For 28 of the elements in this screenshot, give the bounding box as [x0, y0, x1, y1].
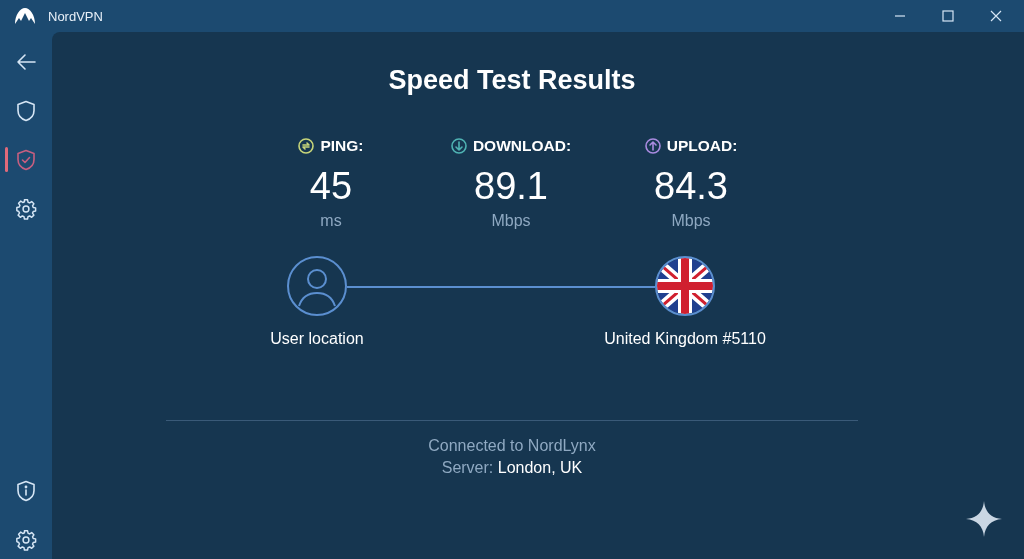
stat-value: 84.3: [654, 164, 728, 208]
selection-indicator: [5, 147, 8, 172]
server-text: Server: London, UK: [441, 459, 583, 477]
location-label: User location: [270, 330, 364, 348]
page-heading: Speed Test Results: [388, 64, 636, 97]
stat-value: 89.1: [474, 164, 548, 208]
stat-label: DOWNLOAD:: [472, 137, 572, 155]
ping-icon: [298, 138, 315, 154]
maximize-icon: [942, 10, 954, 22]
stat-value: 45: [309, 164, 353, 208]
stat-unit: Mbps: [671, 212, 711, 230]
stat-unit: Mbps: [491, 212, 531, 230]
upload-icon: [644, 138, 661, 154]
settings-icon: [15, 197, 37, 220]
shield-check-icon: [16, 148, 36, 171]
stat-label: PING:: [320, 137, 364, 155]
close-icon: [990, 10, 1002, 22]
download-icon: [450, 138, 467, 154]
stat-label: UPLOAD:: [666, 137, 738, 155]
shield-icon: [16, 99, 36, 122]
shield-info-icon: [16, 479, 36, 502]
app-logo-icon: [14, 7, 36, 25]
stat-unit: ms: [320, 212, 342, 230]
sparkle-icon: [966, 501, 1002, 537]
settings-icon: [15, 528, 37, 551]
server-name: United Kingdom #5110: [604, 330, 766, 348]
protocol-text: Connected to NordLynx: [428, 437, 596, 455]
window-title: NordVPN: [48, 8, 104, 24]
